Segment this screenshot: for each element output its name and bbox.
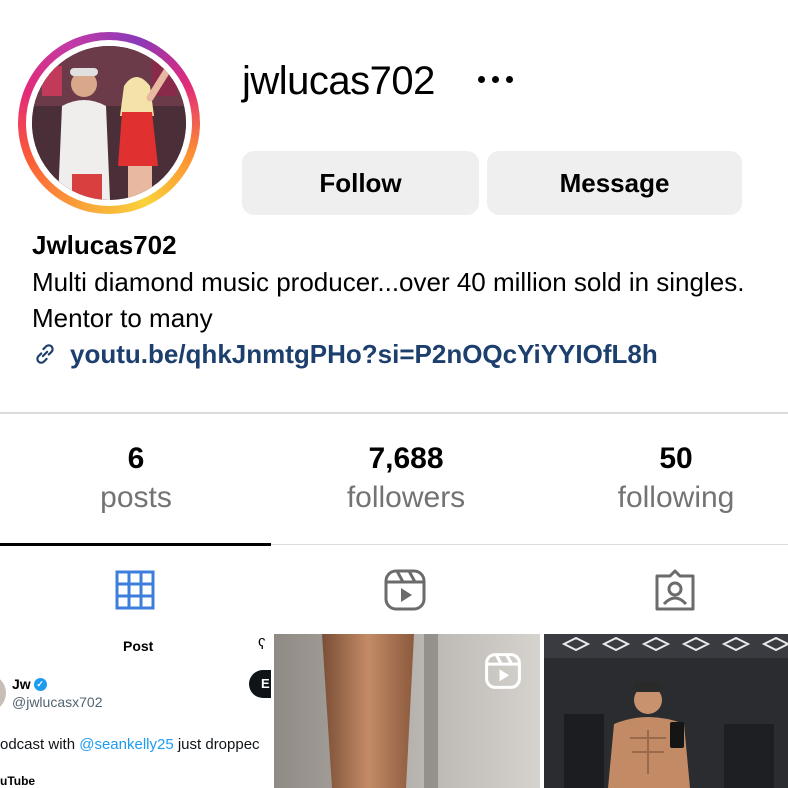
post1-header-title: Post bbox=[123, 638, 154, 654]
more-options-button[interactable] bbox=[470, 62, 520, 96]
post1-author: Jw ✓ bbox=[12, 676, 47, 692]
profile-bio: Multi diamond music producer...over 40 m… bbox=[32, 267, 745, 333]
ellipsis-icon bbox=[477, 75, 513, 83]
tagged-user-icon bbox=[655, 569, 695, 611]
stat-posts[interactable]: 6 posts bbox=[6, 440, 266, 518]
profile-link-text: youtu.be/qhkJnmtgPHo?si=P2nOQcYiYYIOfL8h bbox=[70, 339, 658, 369]
message-button[interactable]: Message bbox=[487, 151, 742, 215]
following-count: 50 bbox=[659, 442, 693, 475]
profile-username: jwlucas702 bbox=[242, 59, 435, 103]
post1-author-name: Jw bbox=[12, 676, 31, 692]
profile-avatar-story-ring[interactable] bbox=[18, 32, 200, 214]
post-thumbnail-3[interactable] bbox=[544, 634, 788, 788]
link-chain-icon bbox=[36, 344, 54, 364]
followers-count: 7,688 bbox=[368, 442, 444, 475]
tab-reels[interactable] bbox=[274, 546, 536, 634]
stat-followers[interactable]: 7,688 followers bbox=[276, 440, 536, 518]
post3-image bbox=[544, 634, 788, 788]
section-divider bbox=[0, 412, 788, 414]
tab-tagged[interactable] bbox=[544, 546, 788, 634]
verified-badge-icon: ✓ bbox=[33, 677, 47, 691]
profile-avatar bbox=[32, 46, 186, 200]
posts-count: 6 bbox=[127, 442, 145, 475]
post1-author-avatar bbox=[0, 674, 6, 712]
post-thumbnail-2[interactable] bbox=[274, 634, 540, 788]
posts-label: posts bbox=[100, 481, 172, 514]
post1-follow-pill: E bbox=[249, 670, 271, 698]
profile-link[interactable]: youtu.be/qhkJnmtgPHo?si=P2nOQcYiYYIOfL8h bbox=[32, 338, 658, 370]
reels-icon bbox=[384, 569, 426, 611]
stat-following[interactable]: 50 following bbox=[546, 440, 788, 518]
post1-corner-glyph: ʕ bbox=[258, 636, 266, 653]
post1-mention: @seankelly25 bbox=[79, 736, 174, 753]
post1-text-after: just droppec bbox=[173, 736, 260, 753]
followers-label: followers bbox=[346, 481, 466, 514]
follow-button[interactable]: Follow bbox=[242, 151, 479, 215]
post1-footer: uTube bbox=[0, 774, 36, 788]
profile-display-name: Jwlucas702 bbox=[32, 230, 177, 260]
post-thumbnail-1[interactable]: Post ʕ Jw ✓ @jwlucasx702 E odcast with @… bbox=[0, 634, 271, 788]
post1-handle: @jwlucasx702 bbox=[12, 694, 103, 710]
post1-text-before: odcast with bbox=[0, 736, 80, 753]
following-label: following bbox=[617, 481, 735, 514]
tab-posts-grid[interactable] bbox=[4, 546, 266, 634]
reels-icon bbox=[485, 653, 521, 689]
grid-icon bbox=[115, 570, 155, 610]
post1-text: odcast with @seankelly25 just droppec bbox=[0, 736, 260, 753]
